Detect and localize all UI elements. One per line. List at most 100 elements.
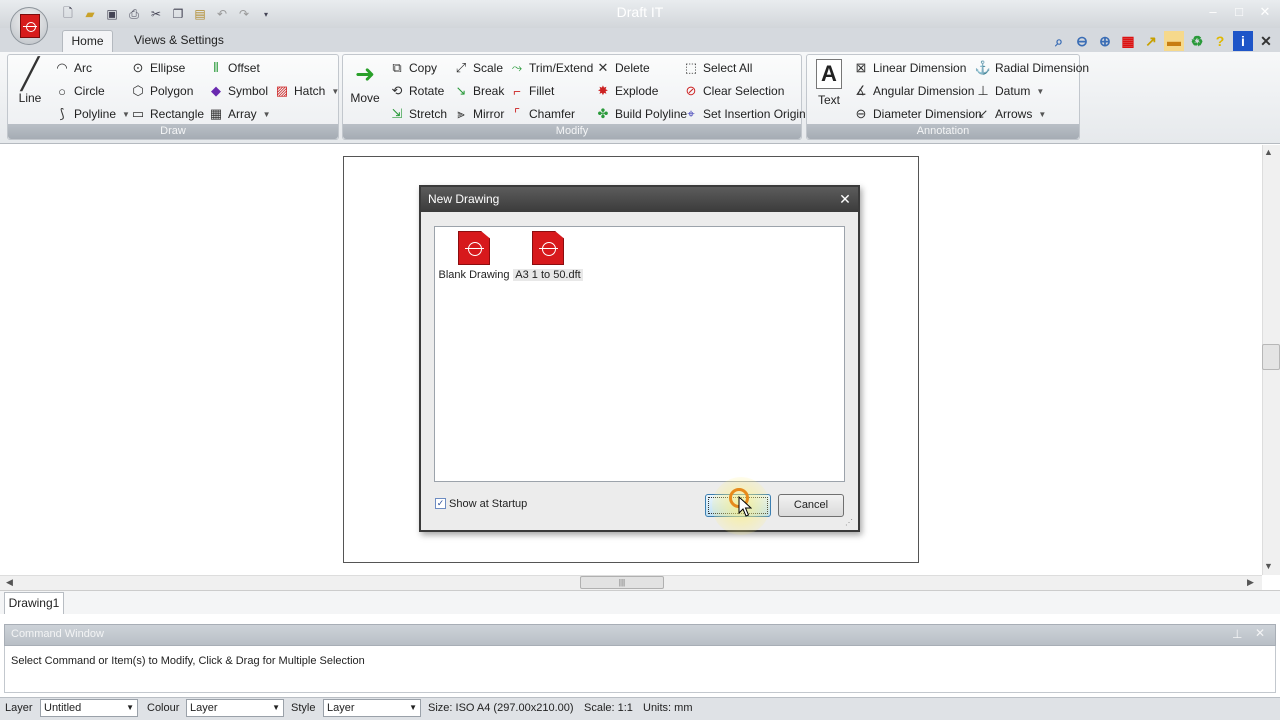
circle-button[interactable]: ○ Circle bbox=[54, 81, 105, 101]
command-window-body[interactable] bbox=[4, 646, 1276, 693]
open-icon[interactable]: ▰ bbox=[80, 5, 100, 23]
application-menu-button[interactable] bbox=[10, 7, 48, 45]
show-at-startup-checkbox[interactable]: ✓ bbox=[435, 498, 446, 509]
vertical-scroll-thumb[interactable] bbox=[1262, 344, 1280, 370]
polyline-button[interactable]: ⟆ Polyline ▼ bbox=[54, 104, 130, 124]
help-icon[interactable]: ? bbox=[1210, 31, 1230, 51]
ruler-icon[interactable]: ▬ bbox=[1164, 31, 1184, 51]
chamfer-button[interactable]: ⌜ Chamfer bbox=[509, 104, 575, 124]
minimize-button[interactable]: – bbox=[1202, 4, 1224, 22]
colour-select[interactable]: Layer ▼ bbox=[186, 699, 284, 717]
angular-dimension-icon: ∡ bbox=[855, 83, 867, 98]
array-button[interactable]: ▦ Array ▼ bbox=[208, 104, 271, 124]
info-icon[interactable]: i bbox=[1233, 31, 1253, 51]
text-button[interactable]: A Text bbox=[811, 59, 847, 107]
arc-button[interactable]: ◠ Arc bbox=[54, 58, 92, 78]
trim-extend-button[interactable]: ⤳ Trim/Extend bbox=[509, 58, 593, 78]
resize-grip-icon[interactable]: ⋰ bbox=[845, 518, 855, 528]
zoom-out-icon[interactable]: ⊖ bbox=[1072, 31, 1092, 51]
customize-icon[interactable]: ▾ bbox=[256, 5, 276, 23]
break-button[interactable]: ↘ Break bbox=[453, 81, 505, 101]
hatch-button[interactable]: ▨ Hatch ▼ bbox=[274, 81, 339, 101]
radial-dimension-button[interactable]: ⚓ Radial Dimension bbox=[975, 58, 1089, 78]
save-icon[interactable]: ▣ bbox=[102, 5, 122, 23]
chevron-down-icon: ▼ bbox=[409, 703, 417, 712]
line-button[interactable]: ╱ Line bbox=[12, 59, 48, 106]
polygon-button[interactable]: ⬡ Polygon bbox=[130, 81, 193, 101]
grid-icon[interactable]: ▦ bbox=[1118, 31, 1138, 51]
array-icon: ▦ bbox=[209, 106, 223, 121]
refresh-icon[interactable]: ♻ bbox=[1187, 31, 1207, 51]
angular-dimension-button[interactable]: ∡ Angular Dimension bbox=[853, 81, 974, 101]
scale-button[interactable]: ⤢ Scale bbox=[453, 58, 503, 78]
undo-icon[interactable]: ↶ bbox=[212, 5, 232, 23]
delete-button[interactable]: ✕ Delete bbox=[595, 58, 650, 78]
delete-icon: ✕ bbox=[597, 60, 609, 75]
zoom-in-icon[interactable]: ⊕ bbox=[1095, 31, 1115, 51]
clear-selection-button[interactable]: ⊘ Clear Selection bbox=[683, 81, 785, 101]
template-blank-drawing[interactable]: Blank Drawing bbox=[437, 231, 511, 281]
scroll-right-icon[interactable]: ▶ bbox=[1247, 577, 1254, 588]
tab-views-settings[interactable]: Views & Settings bbox=[124, 30, 234, 52]
symbol-button[interactable]: ◆ Symbol bbox=[208, 81, 268, 101]
mirror-button[interactable]: ⫸ Mirror bbox=[453, 104, 504, 124]
explode-button[interactable]: ✸ Explode bbox=[595, 81, 659, 101]
diameter-dimension-icon: ⊖ bbox=[855, 106, 867, 121]
circle-icon: ○ bbox=[58, 83, 66, 99]
set-insertion-origin-button[interactable]: ⌖ Set Insertion Origin bbox=[683, 104, 805, 124]
redo-icon[interactable]: ↷ bbox=[234, 5, 254, 23]
annotation-group: A Text ⊠ Linear Dimension ∡ Angular Dimens… bbox=[806, 54, 1089, 140]
style-select[interactable]: Layer ▼ bbox=[323, 699, 421, 717]
arrows-icon: ↙ bbox=[977, 106, 989, 121]
print-icon[interactable]: ⎙ bbox=[124, 5, 144, 23]
radial-dimension-icon: ⚓ bbox=[974, 60, 992, 75]
polygon-icon: ⬡ bbox=[132, 83, 144, 98]
arrows-button[interactable]: ↙ Arrows ▼ bbox=[975, 104, 1047, 124]
tab-home[interactable]: Home bbox=[62, 30, 113, 52]
new-icon[interactable]: 🗋 bbox=[58, 5, 78, 23]
close-window-button[interactable]: ✕ bbox=[1254, 4, 1276, 22]
maximize-button[interactable]: □ bbox=[1228, 4, 1250, 22]
close-icon[interactable]: ✕ bbox=[1255, 626, 1265, 640]
chevron-down-icon: ▼ bbox=[272, 703, 280, 712]
cancel-button[interactable]: Cancel bbox=[778, 494, 844, 517]
ellipse-button[interactable]: ⊙ Ellipse bbox=[130, 58, 186, 78]
ellipse-icon: ⊙ bbox=[132, 60, 144, 75]
datum-icon: ⊥ bbox=[977, 83, 989, 98]
rectangle-button[interactable]: ▭ Rectangle bbox=[130, 104, 204, 124]
scroll-up-icon[interactable]: ▲ bbox=[1264, 147, 1273, 157]
select-all-icon: ⬚ bbox=[684, 60, 698, 75]
pin-icon[interactable]: ⊥ bbox=[1232, 627, 1242, 641]
rotate-button[interactable]: ⟲ Rotate bbox=[389, 81, 445, 101]
move-button[interactable]: ➜ Move bbox=[346, 59, 384, 105]
select-all-button[interactable]: ⬚ Select All bbox=[683, 58, 753, 78]
layer-select[interactable]: Untitled ▼ bbox=[40, 699, 138, 717]
cut-icon[interactable]: ✂ bbox=[146, 5, 166, 23]
scroll-down-icon[interactable]: ▼ bbox=[1264, 561, 1273, 571]
chevron-down-icon: ▼ bbox=[1036, 86, 1045, 96]
close-ribbon-icon[interactable]: ✕ bbox=[1256, 31, 1276, 51]
mirror-icon: ⫸ bbox=[457, 106, 465, 121]
snap-icon[interactable]: ↗ bbox=[1141, 31, 1161, 51]
zoom-window-icon[interactable]: ⌕ bbox=[1049, 31, 1069, 51]
command-window-header bbox=[4, 624, 1276, 646]
paper-size-readout: Size: ISO A4 (297.00x210.00) bbox=[428, 702, 574, 714]
scroll-left-icon[interactable]: ◀ bbox=[6, 577, 13, 588]
ok-button[interactable] bbox=[705, 494, 771, 517]
break-icon: ↘ bbox=[455, 83, 467, 98]
copy-icon[interactable]: ❐ bbox=[168, 5, 188, 23]
datum-button[interactable]: ⊥ Datum ▼ bbox=[975, 81, 1044, 101]
linear-dimension-button[interactable]: ⊠ Linear Dimension bbox=[853, 58, 967, 78]
tab-drawing1[interactable]: Drawing1 bbox=[4, 592, 64, 614]
paste-icon[interactable]: ▤ bbox=[190, 5, 210, 23]
stretch-button[interactable]: ⇲ Stretch bbox=[389, 104, 447, 124]
copy-button[interactable]: ⧉ Copy bbox=[389, 58, 437, 78]
dialog-close-button[interactable]: ✕ bbox=[836, 190, 854, 208]
fillet-button[interactable]: ⌐ Fillet bbox=[509, 81, 554, 101]
build-polyline-button[interactable]: ✤ Build Polyline bbox=[595, 104, 688, 124]
offset-button[interactable]: ⫴ Offset bbox=[208, 58, 260, 78]
template-a3-1-to-50[interactable]: A3 1 to 50.dft bbox=[511, 231, 585, 281]
diameter-dimension-button[interactable]: ⊖ Diameter Dimension bbox=[853, 104, 982, 124]
horizontal-scroll-thumb[interactable]: ||| bbox=[580, 576, 664, 589]
template-list: Blank Drawing A3 1 to 50.dft bbox=[434, 226, 845, 482]
